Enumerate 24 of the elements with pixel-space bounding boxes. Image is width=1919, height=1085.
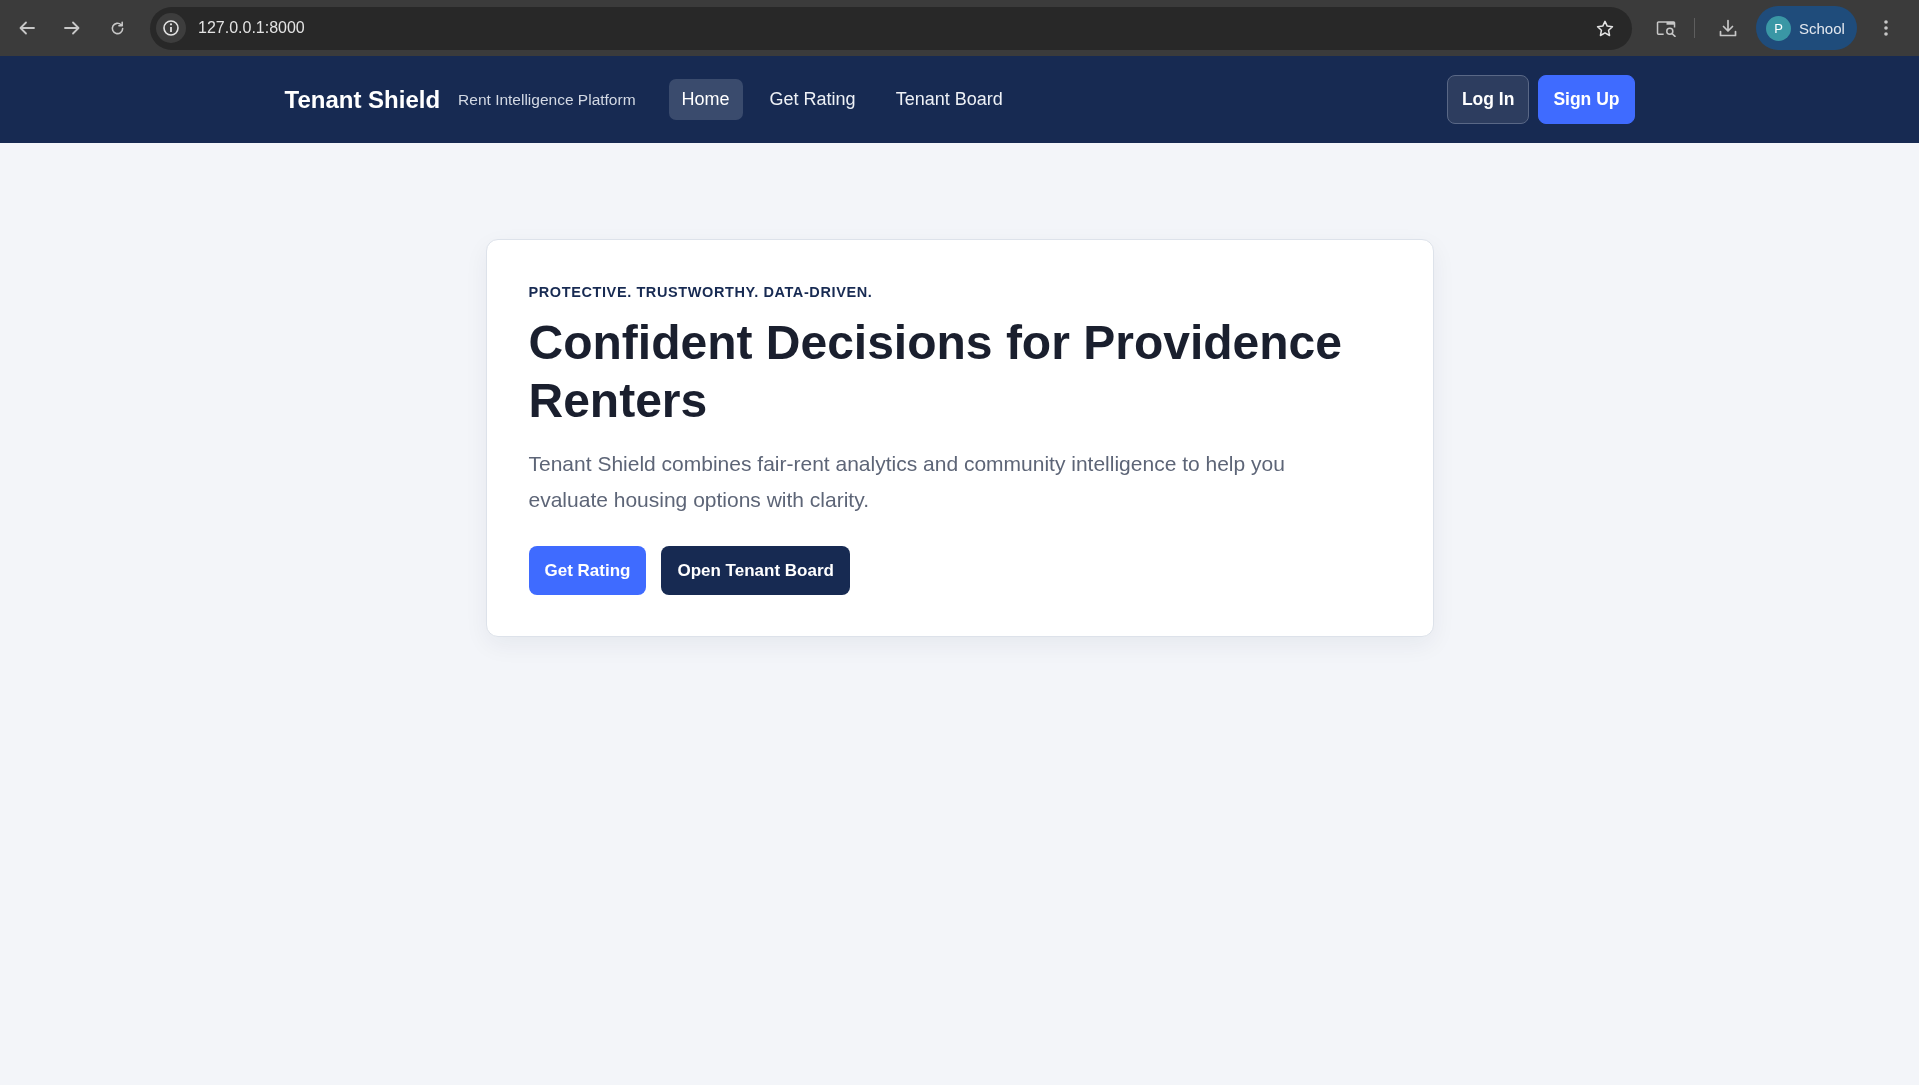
menu-icon[interactable] <box>1883 20 1888 36</box>
address-bar[interactable]: 127.0.0.1:8000 <box>150 6 1632 50</box>
hero-title: Confident Decisions for Providence Renters <box>528 315 1343 429</box>
get-rating-button[interactable]: Get Rating <box>528 546 647 595</box>
profile-button[interactable]: P School <box>1756 6 1857 50</box>
download-icon[interactable] <box>1719 19 1737 37</box>
tenant-board-button[interactable]: Open Tenant Board <box>661 546 850 595</box>
log-in-button[interactable]: Log In <box>1446 75 1530 124</box>
reload-icon[interactable] <box>110 20 125 36</box>
tab-search-icon[interactable] <box>1656 19 1677 37</box>
forward-arrow-icon[interactable] <box>64 21 80 35</box>
url-text: 127.0.0.1:8000 <box>198 19 306 37</box>
nav-link[interactable]: Home <box>668 79 743 120</box>
nav-link[interactable]: Tenant Board <box>882 79 1016 120</box>
info-icon[interactable] <box>156 13 186 43</box>
eyebrow-text: PROTECTIVE. TRUSTWORTHY. DATA-DRIVEN. <box>528 283 874 302</box>
back-arrow-icon[interactable] <box>19 21 35 35</box>
profile-avatar: P <box>1766 15 1791 41</box>
star-icon[interactable] <box>1596 19 1614 37</box>
sign-up-button[interactable]: Sign Up <box>1538 75 1635 124</box>
nav-link[interactable]: Get Rating <box>756 79 869 120</box>
brand-tagline: Rent Intelligence Platform <box>458 90 636 109</box>
hero-description: Tenant Shield combines fair-rent analytics and community intelligence to help you evaluate housing options with clarity. <box>528 451 1286 513</box>
brand-name[interactable]: Tenant Shield <box>284 85 441 114</box>
